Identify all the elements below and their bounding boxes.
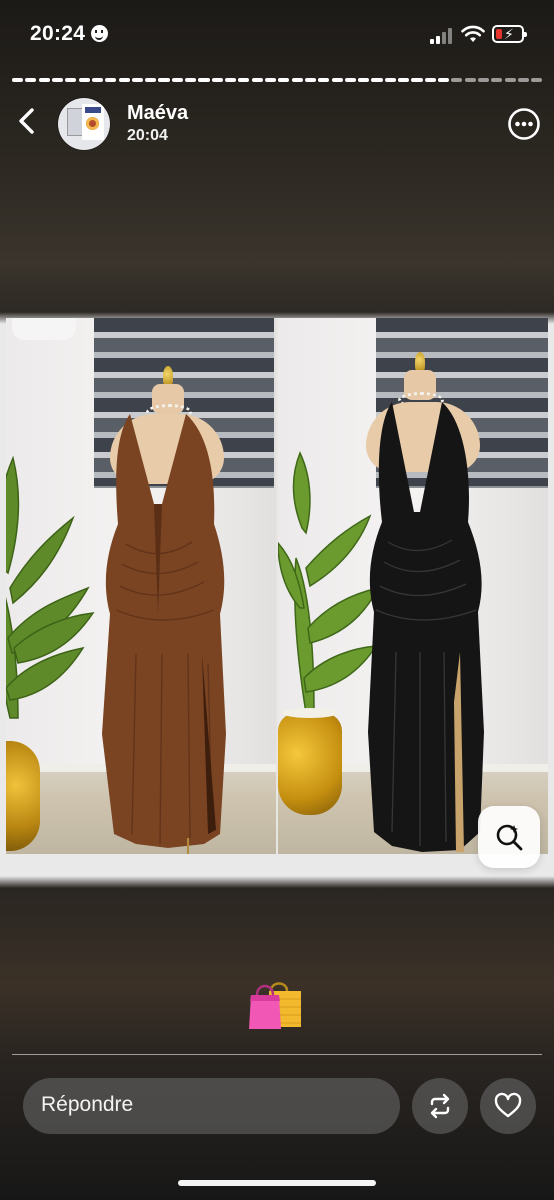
progress-segment	[331, 78, 343, 82]
progress-segment	[198, 78, 210, 82]
progress-segment	[171, 78, 183, 82]
progress-segment	[185, 78, 197, 82]
progress-segment	[105, 78, 117, 82]
progress-segment	[504, 78, 516, 82]
face-emoji-icon	[91, 25, 109, 42]
story-user-name[interactable]: Maéva	[127, 102, 188, 125]
story-post-time: 20:04	[127, 127, 168, 144]
progress-segment	[491, 78, 503, 82]
progress-segment	[424, 78, 436, 82]
progress-segment	[118, 78, 130, 82]
back-chevron-icon[interactable]	[12, 106, 42, 136]
story-image[interactable]	[6, 318, 548, 854]
progress-segment	[145, 78, 157, 82]
story-progress-bar	[12, 78, 543, 82]
cellular-signal-icon	[430, 28, 454, 44]
progress-segment	[12, 78, 24, 82]
progress-segment	[291, 78, 303, 82]
progress-segment	[264, 78, 277, 82]
more-options-icon[interactable]	[507, 107, 541, 141]
visual-search-button[interactable]	[478, 806, 540, 868]
wifi-icon	[461, 25, 485, 42]
status-bar: 20:24 ⚡	[0, 0, 554, 68]
brown-halter-dress	[102, 414, 226, 848]
avatar[interactable]	[58, 98, 110, 150]
reply-placeholder: Répondre	[41, 1093, 134, 1116]
progress-segment	[344, 78, 356, 82]
progress-segment	[464, 78, 476, 82]
progress-segment	[384, 78, 396, 82]
black-halter-dress	[368, 402, 484, 852]
progress-segment	[517, 78, 529, 82]
visual-search-icon	[496, 824, 523, 851]
progress-segment	[477, 78, 490, 82]
progress-segment	[238, 78, 250, 82]
progress-segment	[398, 78, 410, 82]
progress-segment	[91, 78, 103, 82]
brown-dress-photo	[6, 318, 276, 854]
progress-segment	[38, 78, 50, 82]
home-indicator	[178, 1180, 376, 1186]
story-header: Maéva 20:04	[0, 96, 554, 156]
progress-segment	[304, 78, 316, 82]
plant-left	[6, 455, 95, 719]
repost-icon	[430, 1093, 450, 1119]
progress-segment	[158, 78, 170, 82]
progress-segment	[225, 78, 237, 82]
progress-segment	[438, 78, 450, 82]
progress-segment	[51, 78, 64, 82]
progress-segment	[358, 78, 370, 82]
status-time: 20:24	[30, 22, 109, 46]
like-button[interactable]	[480, 1078, 536, 1134]
progress-segment	[371, 78, 383, 82]
progress-segment	[65, 78, 77, 82]
reply-input[interactable]: Répondre	[23, 1078, 400, 1134]
repost-button[interactable]	[412, 1078, 468, 1134]
progress-segment	[278, 78, 290, 82]
progress-segment	[78, 78, 90, 82]
heart-icon	[494, 1092, 522, 1118]
progress-segment	[318, 78, 330, 82]
progress-segment	[251, 78, 263, 82]
progress-segment	[131, 78, 143, 82]
black-dress-photo	[278, 318, 548, 854]
battery-low-charging-icon: ⚡	[492, 25, 527, 43]
shopping-bags-icon	[249, 982, 301, 1029]
progress-segment	[211, 78, 223, 82]
divider	[12, 1054, 542, 1055]
progress-segment	[451, 78, 463, 82]
progress-segment	[25, 78, 37, 82]
progress-segment	[411, 78, 423, 82]
progress-segment	[531, 78, 543, 82]
